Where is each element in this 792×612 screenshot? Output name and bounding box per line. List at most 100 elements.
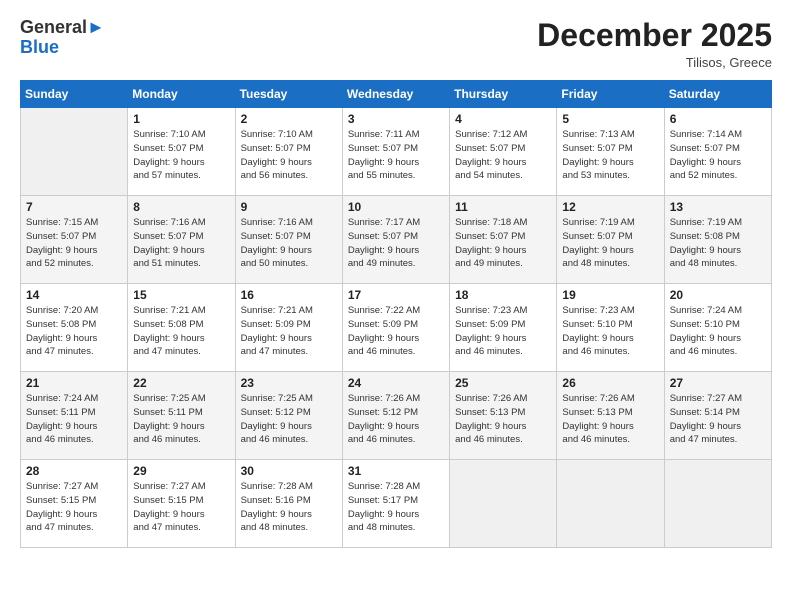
col-sunday: Sunday [21,81,128,108]
logo-general: General [20,17,87,37]
day-number: 25 [455,376,551,390]
logo: General► Blue [20,18,105,58]
week-row-0: 1 Sunrise: 7:10 AM Sunset: 5:07 PM Daylig… [21,108,772,196]
col-saturday: Saturday [664,81,771,108]
day-cell: 11Sunrise: 7:18 AM Sunset: 5:07 PM Dayli… [450,196,557,284]
day-number: 2 [241,112,337,126]
day-info: Sunrise: 7:26 AM Sunset: 5:13 PM Dayligh… [562,392,658,447]
day-cell: 12 Sunrise: 7:19 AM Sunset: 5:07 PM Dayli… [557,196,664,284]
day-cell: 3 Sunrise: 7:11 AM Sunset: 5:07 PM Daylig… [342,108,449,196]
day-number: 9 [241,200,337,214]
calendar-table: Sunday Monday Tuesday Wednesday Thursday… [20,80,772,548]
day-cell: 14Sunrise: 7:20 AM Sunset: 5:08 PM Dayli… [21,284,128,372]
page: General► Blue December 2025 Tilisos, Gre… [0,0,792,612]
col-friday: Friday [557,81,664,108]
header: General► Blue December 2025 Tilisos, Gre… [20,18,772,70]
col-tuesday: Tuesday [235,81,342,108]
day-cell: 22Sunrise: 7:25 AM Sunset: 5:11 PM Dayli… [128,372,235,460]
day-number: 8 [133,200,229,214]
day-number: 18 [455,288,551,302]
day-cell [664,460,771,548]
day-info: Sunrise: 7:24 AM Sunset: 5:11 PM Dayligh… [26,392,122,447]
day-number: 13 [670,200,766,214]
day-number: 31 [348,464,444,478]
day-cell: 8 Sunrise: 7:16 AM Sunset: 5:07 PM Daylig… [128,196,235,284]
day-info: Sunrise: 7:19 AM Sunset: 5:07 PM Dayligh… [562,216,658,271]
day-number: 21 [26,376,122,390]
logo-blue: Blue [20,38,59,58]
day-number: 23 [241,376,337,390]
day-info: Sunrise: 7:17 AM Sunset: 5:07 PM Dayligh… [348,216,444,271]
day-number: 20 [670,288,766,302]
day-info: Sunrise: 7:13 AM Sunset: 5:07 PM Dayligh… [562,128,658,183]
day-cell: 25Sunrise: 7:26 AM Sunset: 5:13 PM Dayli… [450,372,557,460]
day-cell: 15 Sunrise: 7:21 AM Sunset: 5:08 PM Dayli… [128,284,235,372]
day-info: Sunrise: 7:21 AM Sunset: 5:08 PM Dayligh… [133,304,229,359]
day-cell: 1 Sunrise: 7:10 AM Sunset: 5:07 PM Daylig… [128,108,235,196]
day-info: Sunrise: 7:23 AM Sunset: 5:09 PM Dayligh… [455,304,551,359]
day-number: 29 [133,464,229,478]
day-cell: 13 Sunrise: 7:19 AM Sunset: 5:08 PM Dayli… [664,196,771,284]
day-number: 26 [562,376,658,390]
col-thursday: Thursday [450,81,557,108]
day-info: Sunrise: 7:16 AM Sunset: 5:07 PM Dayligh… [133,216,229,271]
day-info: Sunrise: 7:28 AM Sunset: 5:16 PM Dayligh… [241,480,337,535]
day-number: 6 [670,112,766,126]
day-number: 12 [562,200,658,214]
day-cell: 5Sunrise: 7:13 AM Sunset: 5:07 PM Daylig… [557,108,664,196]
day-cell: 24 Sunrise: 7:26 AM Sunset: 5:12 PM Dayli… [342,372,449,460]
day-cell: 16 Sunrise: 7:21 AM Sunset: 5:09 PM Dayli… [235,284,342,372]
day-info: Sunrise: 7:25 AM Sunset: 5:11 PM Dayligh… [133,392,229,447]
day-info: Sunrise: 7:25 AM Sunset: 5:12 PM Dayligh… [241,392,337,447]
day-cell: 7Sunrise: 7:15 AM Sunset: 5:07 PM Daylig… [21,196,128,284]
col-wednesday: Wednesday [342,81,449,108]
title-block: December 2025 Tilisos, Greece [537,18,772,70]
day-info: Sunrise: 7:27 AM Sunset: 5:15 PM Dayligh… [26,480,122,535]
day-cell: 30 Sunrise: 7:28 AM Sunset: 5:16 PM Dayli… [235,460,342,548]
day-number: 4 [455,112,551,126]
day-info: Sunrise: 7:10 AM Sunset: 5:07 PM Dayligh… [133,128,229,183]
day-number: 3 [348,112,444,126]
calendar-body: 1 Sunrise: 7:10 AM Sunset: 5:07 PM Daylig… [21,108,772,548]
col-monday: Monday [128,81,235,108]
day-cell [557,460,664,548]
logo-icon-arrow: ► [87,17,105,37]
day-number: 15 [133,288,229,302]
day-cell: 21 Sunrise: 7:24 AM Sunset: 5:11 PM Dayli… [21,372,128,460]
day-cell: 9Sunrise: 7:16 AM Sunset: 5:07 PM Daylig… [235,196,342,284]
day-number: 1 [133,112,229,126]
day-number: 30 [241,464,337,478]
day-cell [21,108,128,196]
day-info: Sunrise: 7:24 AM Sunset: 5:10 PM Dayligh… [670,304,766,359]
day-cell: 2Sunrise: 7:10 AM Sunset: 5:07 PM Daylig… [235,108,342,196]
day-info: Sunrise: 7:27 AM Sunset: 5:15 PM Dayligh… [133,480,229,535]
location: Tilisos, Greece [537,55,772,70]
day-info: Sunrise: 7:26 AM Sunset: 5:12 PM Dayligh… [348,392,444,447]
day-info: Sunrise: 7:19 AM Sunset: 5:08 PM Dayligh… [670,216,766,271]
day-info: Sunrise: 7:27 AM Sunset: 5:14 PM Dayligh… [670,392,766,447]
day-number: 24 [348,376,444,390]
day-info: Sunrise: 7:20 AM Sunset: 5:08 PM Dayligh… [26,304,122,359]
day-info: Sunrise: 7:21 AM Sunset: 5:09 PM Dayligh… [241,304,337,359]
day-cell [450,460,557,548]
month-title: December 2025 [537,18,772,53]
week-row-4: 28 Sunrise: 7:27 AM Sunset: 5:15 PM Dayli… [21,460,772,548]
day-info: Sunrise: 7:22 AM Sunset: 5:09 PM Dayligh… [348,304,444,359]
day-cell: 10Sunrise: 7:17 AM Sunset: 5:07 PM Dayli… [342,196,449,284]
day-number: 19 [562,288,658,302]
day-cell: 19 Sunrise: 7:23 AM Sunset: 5:10 PM Dayli… [557,284,664,372]
day-info: Sunrise: 7:12 AM Sunset: 5:07 PM Dayligh… [455,128,551,183]
day-cell: 17 Sunrise: 7:22 AM Sunset: 5:09 PM Dayli… [342,284,449,372]
weekday-row: Sunday Monday Tuesday Wednesday Thursday… [21,81,772,108]
day-cell: 23 Sunrise: 7:25 AM Sunset: 5:12 PM Dayli… [235,372,342,460]
day-number: 17 [348,288,444,302]
day-number: 16 [241,288,337,302]
week-row-2: 14Sunrise: 7:20 AM Sunset: 5:08 PM Dayli… [21,284,772,372]
day-info: Sunrise: 7:14 AM Sunset: 5:07 PM Dayligh… [670,128,766,183]
day-info: Sunrise: 7:11 AM Sunset: 5:07 PM Dayligh… [348,128,444,183]
day-info: Sunrise: 7:23 AM Sunset: 5:10 PM Dayligh… [562,304,658,359]
day-info: Sunrise: 7:18 AM Sunset: 5:07 PM Dayligh… [455,216,551,271]
day-cell: 28 Sunrise: 7:27 AM Sunset: 5:15 PM Dayli… [21,460,128,548]
day-number: 28 [26,464,122,478]
week-row-3: 21 Sunrise: 7:24 AM Sunset: 5:11 PM Dayli… [21,372,772,460]
